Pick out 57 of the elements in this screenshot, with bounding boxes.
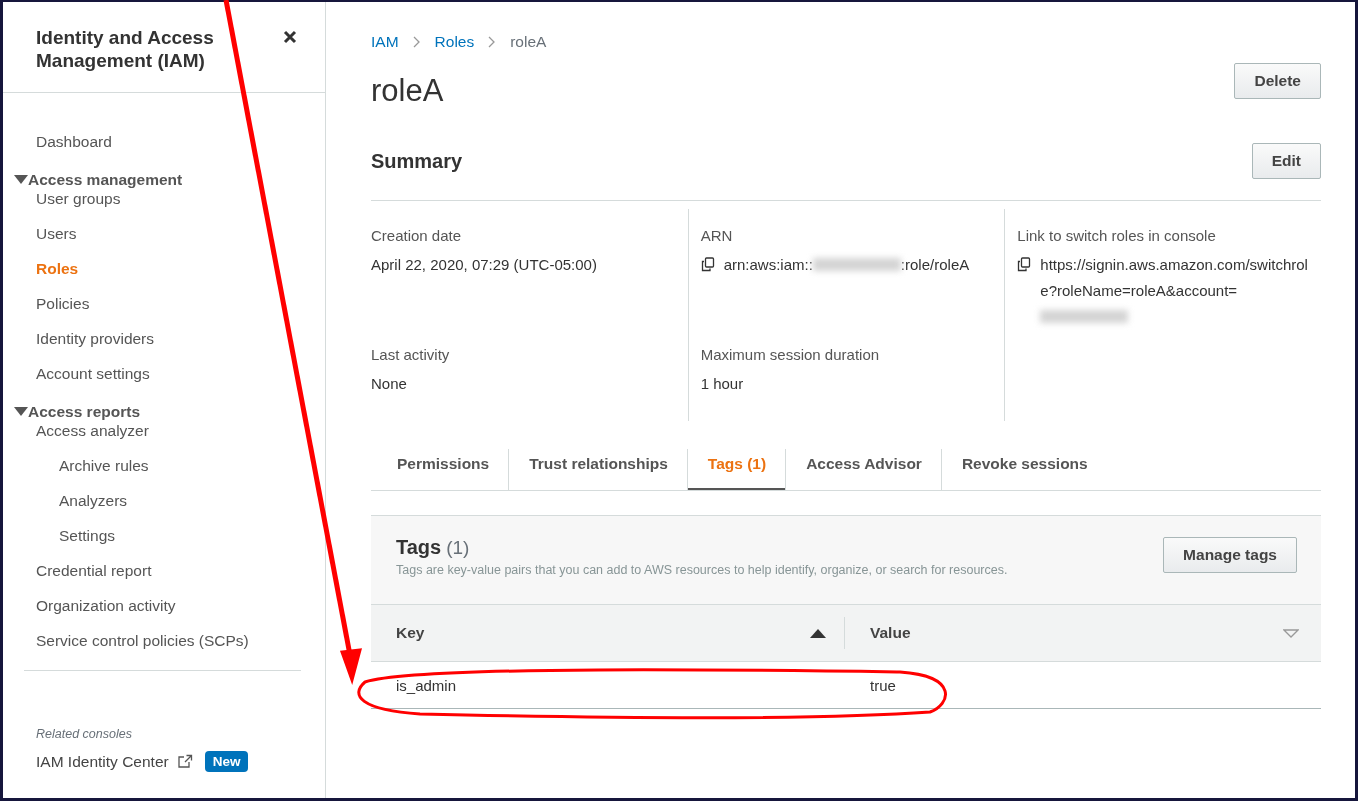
sidebar-title: Identity and Access Management (IAM) — [36, 26, 215, 72]
section-caption: Related consoles — [36, 727, 133, 741]
nav-link[interactable]: Access analyzer — [36, 421, 149, 448]
nav-link[interactable]: Settings — [59, 518, 115, 553]
column-header[interactable]: Value — [870, 624, 911, 642]
section-toggle[interactable]: Access management — [14, 162, 183, 189]
copy-icon — [1017, 257, 1032, 272]
close-button[interactable] — [283, 30, 297, 44]
field-value: 1 hour — [700, 375, 744, 392]
delete-button[interactable]: Delete — [1234, 63, 1321, 99]
tab[interactable]: Access Advisor — [786, 449, 942, 490]
tab[interactable]: Revoke sessions — [941, 449, 1108, 490]
external-link-icon — [176, 754, 193, 769]
tab[interactable]: Permissions — [377, 449, 510, 490]
nav-link[interactable]: Service control policies (SCPs) — [36, 623, 249, 658]
edit-button[interactable]: Edit — [1251, 143, 1321, 179]
nav-link[interactable]: Archive rules — [59, 448, 149, 483]
nav-link[interactable]: User groups — [36, 189, 121, 216]
nav-link[interactable]: Organization activity — [36, 588, 176, 623]
breadcrumb[interactable]: Roles — [434, 33, 475, 51]
tab[interactable]: Trust relationships — [509, 449, 688, 490]
field-value: https://signin.aws.amazon.com/switchrole?roleName=roleA&account= — [1040, 256, 1308, 299]
nav-link[interactable]: Dashboard — [36, 124, 112, 159]
field-value: arn:aws:iam:: — [723, 256, 813, 273]
breadcrumb: roleA — [510, 33, 547, 51]
field-value: None — [371, 375, 407, 392]
field-value: April 22, 2020, 07:29 (UTC-05:00) — [371, 256, 597, 273]
section-toggle[interactable]: Access reports — [14, 394, 140, 421]
table-cell-text: is_admin — [395, 676, 457, 694]
breadcrumb[interactable]: IAM — [371, 33, 399, 51]
table-cell-text: true — [869, 676, 896, 694]
panel-title: Tags — [396, 536, 442, 559]
field-label: Maximum session duration — [700, 345, 881, 365]
section-label: Access reports — [28, 402, 140, 421]
field-label: Last activity — [371, 345, 451, 365]
page-title: roleA — [371, 73, 444, 109]
nav-link[interactable]: Identity providers — [36, 321, 155, 356]
column-header[interactable]: Key — [396, 624, 425, 642]
copy-icon — [700, 257, 715, 272]
chevron-icon — [412, 36, 421, 48]
manage-tags-button[interactable]: Manage tags — [1163, 537, 1297, 573]
chevron-icon — [488, 36, 497, 48]
nav-link[interactable]: Analyzers — [59, 483, 128, 518]
section-heading: Summary — [371, 149, 463, 173]
nav-link[interactable]: Credential report — [36, 553, 152, 588]
field-label: Creation date — [371, 226, 463, 246]
nav-link[interactable]: Users — [36, 216, 77, 251]
nav-link[interactable]: Policies — [36, 286, 90, 321]
field-value: :role/roleA — [900, 256, 970, 273]
section-label: Access management — [28, 170, 183, 189]
field-label: Link to switch roles in console — [1017, 226, 1217, 246]
panel-description: Tags are key-value pairs that you can add to AWS resources to help identify, organize, or search for resources. — [396, 563, 1008, 577]
console-link[interactable]: IAM Identity Center — [36, 752, 169, 771]
tag-count: (1) — [446, 537, 470, 559]
new-badge: New — [204, 751, 249, 772]
nav-link[interactable]: Account settings — [36, 356, 150, 391]
field-label: ARN — [700, 226, 734, 246]
